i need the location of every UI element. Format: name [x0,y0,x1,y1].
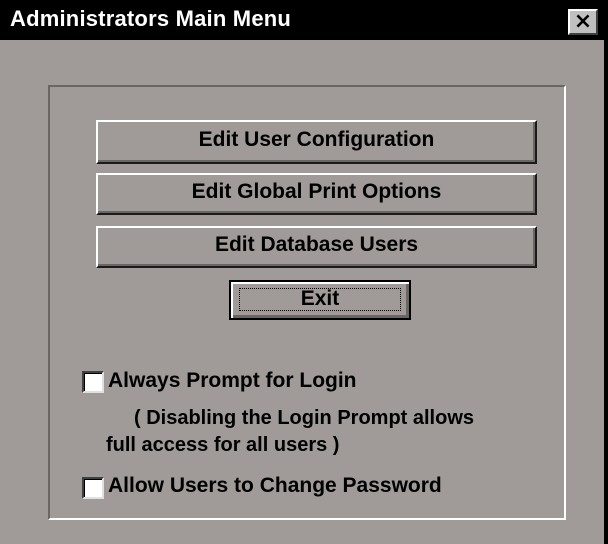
edit-global-print-options-button[interactable]: Edit Global Print Options [96,173,537,215]
edit-user-configuration-label: Edit User Configuration [198,128,435,151]
exit-label: Exit [300,287,340,310]
always-prompt-login-label[interactable]: Always Prompt for Login [108,369,357,393]
edit-user-configuration-button[interactable]: Edit User Configuration [96,120,537,164]
always-prompt-login-checkbox[interactable] [82,371,104,393]
admin-main-menu-window: Administrators Main Menu × Edit User Con… [0,0,606,544]
close-button[interactable]: × [568,9,598,35]
allow-change-password-checkbox[interactable] [82,477,104,499]
close-icon: × [573,9,593,34]
title-bar[interactable]: Administrators Main Menu × [0,0,604,40]
allow-change-password-label[interactable]: Allow Users to Change Password [108,474,442,498]
exit-button[interactable]: Exit [229,280,411,320]
edit-database-users-label: Edit Database Users [214,233,419,256]
edit-global-print-options-label: Edit Global Print Options [191,180,442,203]
login-note-line-1: ( Disabling the Login Prompt allows [134,407,475,429]
edit-database-users-button[interactable]: Edit Database Users [96,226,537,268]
window-title: Administrators Main Menu [10,6,292,31]
login-note-line-2: full access for all users ) [106,434,340,456]
